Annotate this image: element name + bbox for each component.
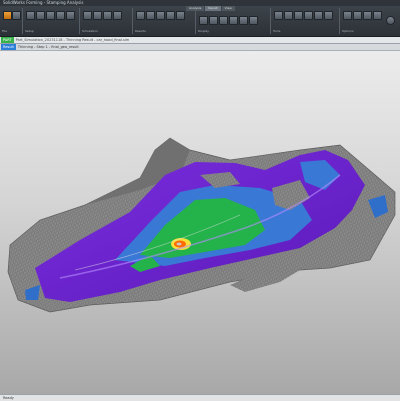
tab-analysis[interactable]: Analysis — [186, 6, 205, 11]
gear-icon[interactable] — [386, 16, 395, 25]
results-text: Thinning - Step 1 - final_geo_result — [17, 45, 79, 49]
ribbon-group-tools: Tools — [271, 8, 340, 34]
wireframe-button[interactable] — [209, 16, 218, 25]
part-model[interactable] — [0, 51, 400, 394]
compare-button[interactable] — [294, 11, 303, 20]
run-button[interactable] — [83, 11, 92, 20]
settings-button[interactable] — [343, 11, 352, 20]
probe-button[interactable] — [284, 11, 293, 20]
ribbon-group-simulation: Simulation — [80, 8, 133, 34]
legend-button[interactable] — [229, 16, 238, 25]
results-bar: Result Thinning - Step 1 - final_geo_resu… — [0, 44, 400, 51]
ribbon-group-file: File — [0, 8, 23, 34]
ribbon-group-label: Tools — [273, 29, 281, 33]
status-text: Ready — [3, 396, 14, 400]
ribbon-group-options: Options — [340, 8, 400, 34]
stop-button[interactable] — [93, 11, 102, 20]
window-title: SolidWorks Forming - Stamping Analysis — [3, 0, 84, 5]
stress-button[interactable] — [156, 11, 165, 20]
export-button[interactable] — [314, 11, 323, 20]
springback-button[interactable] — [176, 11, 185, 20]
units-button[interactable] — [353, 11, 362, 20]
help-button[interactable] — [373, 11, 382, 20]
open-button[interactable] — [26, 11, 35, 20]
step-button[interactable] — [103, 11, 112, 20]
ribbon-group-label: Options — [342, 29, 354, 33]
tool-button[interactable] — [66, 11, 75, 20]
layout-button[interactable] — [363, 11, 372, 20]
animate-button[interactable] — [249, 16, 258, 25]
material-button[interactable] — [56, 11, 65, 20]
report-button[interactable] — [304, 11, 313, 20]
strain-button[interactable] — [166, 11, 175, 20]
fld-button[interactable] — [146, 11, 155, 20]
ribbon-tabs: Analysis Result View — [186, 6, 235, 11]
document-path: Part_Simulation_20231118 - Thinning Resu… — [15, 38, 130, 42]
thinning-hole — [176, 242, 182, 246]
document-tag[interactable]: PART — [1, 37, 14, 43]
document-bar: PART Part_Simulation_20231118 - Thinning … — [0, 37, 400, 44]
section-button[interactable] — [239, 16, 248, 25]
ribbon-group-label: Simulation — [82, 29, 98, 33]
ribbon-group-results: Results — [133, 8, 196, 34]
shade-button[interactable] — [199, 16, 208, 25]
ribbon-group-label: Display — [198, 29, 210, 33]
batch-button[interactable] — [113, 11, 122, 20]
thinning-button[interactable] — [136, 11, 145, 20]
ribbon-group-label: Setup — [25, 29, 34, 33]
results-tag[interactable]: Result — [1, 44, 16, 50]
screenshot-button[interactable] — [324, 11, 333, 20]
tab-view[interactable]: View — [221, 6, 235, 11]
mesh-button[interactable] — [46, 11, 55, 20]
measure-button[interactable] — [274, 11, 283, 20]
ribbon-group-label: Results — [135, 29, 146, 33]
app-menu-button[interactable] — [3, 11, 12, 20]
ribbon-group-display: Display — [196, 8, 271, 34]
save-button[interactable] — [12, 11, 21, 20]
ribbon-group-setup: Setup — [23, 8, 80, 34]
tab-result[interactable]: Result — [205, 6, 221, 11]
ribbon-group-label: File — [2, 29, 8, 33]
3d-viewport[interactable] — [0, 51, 400, 394]
contour-button[interactable] — [219, 16, 228, 25]
import-button[interactable] — [36, 11, 45, 20]
